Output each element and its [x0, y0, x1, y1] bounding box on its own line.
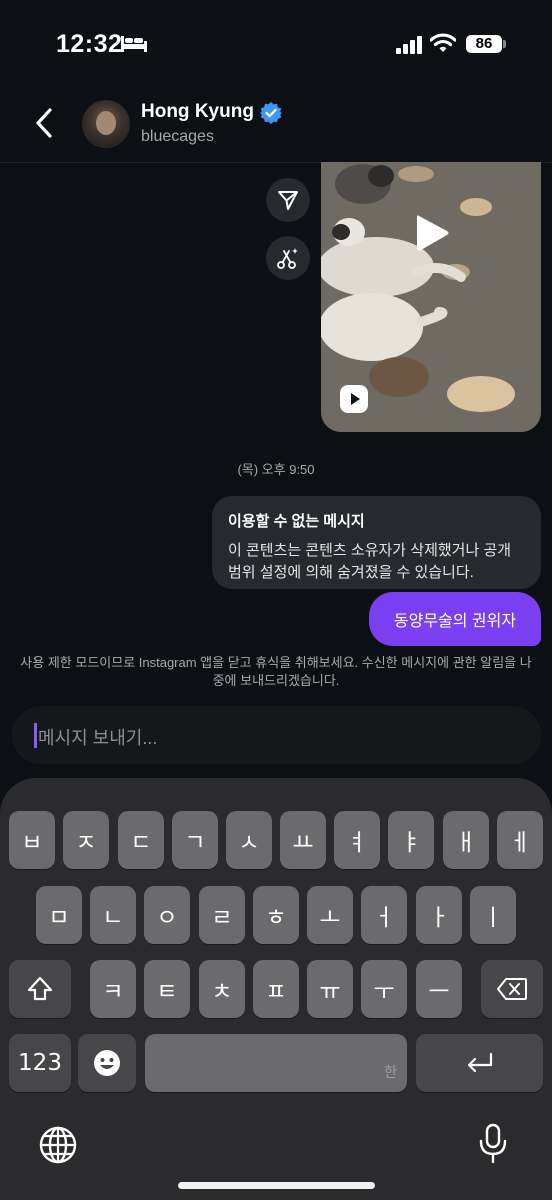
key[interactable]: ㅎ — [253, 886, 299, 944]
share-icon — [278, 191, 298, 210]
key-label: ㅏ — [428, 905, 450, 931]
key-label: ㅇ — [156, 905, 178, 931]
key[interactable]: ㅊ — [199, 960, 245, 1018]
shift-icon — [27, 976, 53, 1001]
key[interactable]: ㅠ — [307, 960, 353, 1018]
key-label: ㅕ — [346, 830, 368, 856]
verified-icon — [260, 102, 282, 124]
restricted-mode-notice: 사용 제한 모드이므로 Instagram 앱을 닫고 휴식을 취해보세요. 수… — [20, 655, 532, 688]
backspace-key[interactable] — [481, 960, 543, 1018]
message-input-placeholder[interactable]: 메시지 보내기... — [38, 724, 157, 750]
key-label: ㄱ — [184, 830, 206, 856]
chat-header: Hong Kyung bluecages — [0, 90, 552, 163]
key-label: ㅑ — [400, 830, 422, 856]
message-composer[interactable]: 메시지 보내기... — [12, 706, 541, 764]
text-caret — [34, 723, 37, 748]
key-label: ㅅ — [238, 830, 260, 856]
key-label: ㅎ — [265, 905, 287, 931]
play-icon[interactable] — [413, 212, 451, 254]
key-label: ㅓ — [373, 905, 395, 931]
key-label: ㅗ — [319, 905, 341, 931]
key[interactable]: ㄹ — [199, 886, 245, 944]
key[interactable]: ㅌ — [144, 960, 190, 1018]
key[interactable]: ㅔ — [497, 811, 543, 869]
key-label: ㅐ — [455, 830, 477, 856]
unavailable-message-bubble: 이용할 수 없는 메시지 이 콘텐츠는 콘텐츠 소유자가 삭제했거나 공개 범위… — [212, 496, 541, 589]
key[interactable]: ㅏ — [416, 886, 462, 944]
key-label: ㅣ — [482, 905, 504, 931]
key[interactable]: ㅓ — [361, 886, 407, 944]
contact-name[interactable]: Hong Kyung — [141, 101, 254, 123]
remix-icon — [277, 248, 298, 269]
reel-icon — [340, 385, 368, 413]
key-label: ㅡ — [428, 979, 450, 1005]
globe-icon[interactable] — [38, 1125, 78, 1165]
key-label: ㅍ — [265, 979, 287, 1005]
contact-username: bluecages — [141, 128, 214, 145]
key[interactable]: ㅐ — [443, 811, 489, 869]
return-icon — [467, 1052, 492, 1073]
key-label: ㅛ — [292, 830, 314, 856]
back-icon[interactable] — [30, 107, 58, 139]
key[interactable]: ㄱ — [172, 811, 218, 869]
battery-tip — [503, 40, 506, 48]
share-button[interactable] — [266, 178, 310, 222]
emoji-key[interactable] — [78, 1034, 136, 1092]
status-bar: 12:32 86 — [0, 0, 552, 90]
key-label: ㅊ — [211, 979, 233, 1005]
backspace-icon — [497, 978, 527, 1000]
emoji-icon — [94, 1050, 120, 1076]
key[interactable]: ㅕ — [334, 811, 380, 869]
unavailable-message-body: 이 콘텐츠는 콘텐츠 소유자가 삭제했거나 공개 범위 설정에 의해 숨겨졌을 … — [228, 542, 512, 581]
shift-key[interactable] — [9, 960, 71, 1018]
remix-button[interactable] — [266, 236, 310, 280]
key[interactable]: ㅑ — [388, 811, 434, 869]
key-label: ㄷ — [130, 830, 152, 856]
key-label: ㅠ — [319, 979, 341, 1005]
key-label: ㄹ — [211, 905, 233, 931]
message-timestamp: (목) 오후 9:50 — [237, 462, 315, 477]
avatar[interactable] — [82, 100, 130, 148]
mic-icon[interactable] — [476, 1123, 510, 1165]
bed-icon — [121, 36, 147, 52]
signal-icon — [396, 36, 422, 54]
unavailable-message-title: 이용할 수 없는 메시지 — [228, 513, 365, 530]
numbers-key-label: 123 — [18, 1050, 62, 1076]
numbers-key[interactable]: 123 — [9, 1034, 71, 1092]
return-key[interactable] — [416, 1034, 543, 1092]
reel-preview[interactable] — [321, 162, 541, 432]
home-indicator — [178, 1182, 375, 1189]
key-label: ㅁ — [48, 905, 70, 931]
key[interactable]: ㅗ — [307, 886, 353, 944]
key-label: ㄴ — [102, 905, 124, 931]
wifi-icon — [430, 33, 456, 52]
key[interactable]: ㅋ — [90, 960, 136, 1018]
key-label: ㅂ — [21, 830, 43, 856]
key-label: ㅔ — [509, 830, 531, 856]
key[interactable]: ㅜ — [361, 960, 407, 1018]
key[interactable]: ㅁ — [36, 886, 82, 944]
key[interactable]: ㅣ — [470, 886, 516, 944]
key[interactable]: ㅍ — [253, 960, 299, 1018]
space-language-label: 한 — [384, 1064, 397, 1080]
key[interactable]: ㅇ — [144, 886, 190, 944]
status-time: 12:32 — [56, 30, 123, 58]
key-label: ㅌ — [156, 979, 178, 1005]
key[interactable]: ㄴ — [90, 886, 136, 944]
key-label: ㅜ — [373, 979, 395, 1005]
key-label: ㅋ — [102, 979, 124, 1005]
key[interactable]: ㅛ — [280, 811, 326, 869]
key-label: ㅈ — [75, 830, 97, 856]
key[interactable]: ㄷ — [118, 811, 164, 869]
sent-message-bubble[interactable]: 동양무술의 권위자 — [369, 592, 541, 646]
key[interactable]: ㅅ — [226, 811, 272, 869]
space-bar[interactable]: 한 — [145, 1034, 407, 1092]
key[interactable]: ㅂ — [9, 811, 55, 869]
key[interactable]: ㅈ — [63, 811, 109, 869]
key[interactable]: ㅡ — [416, 960, 462, 1018]
battery-indicator: 86 — [466, 35, 502, 53]
